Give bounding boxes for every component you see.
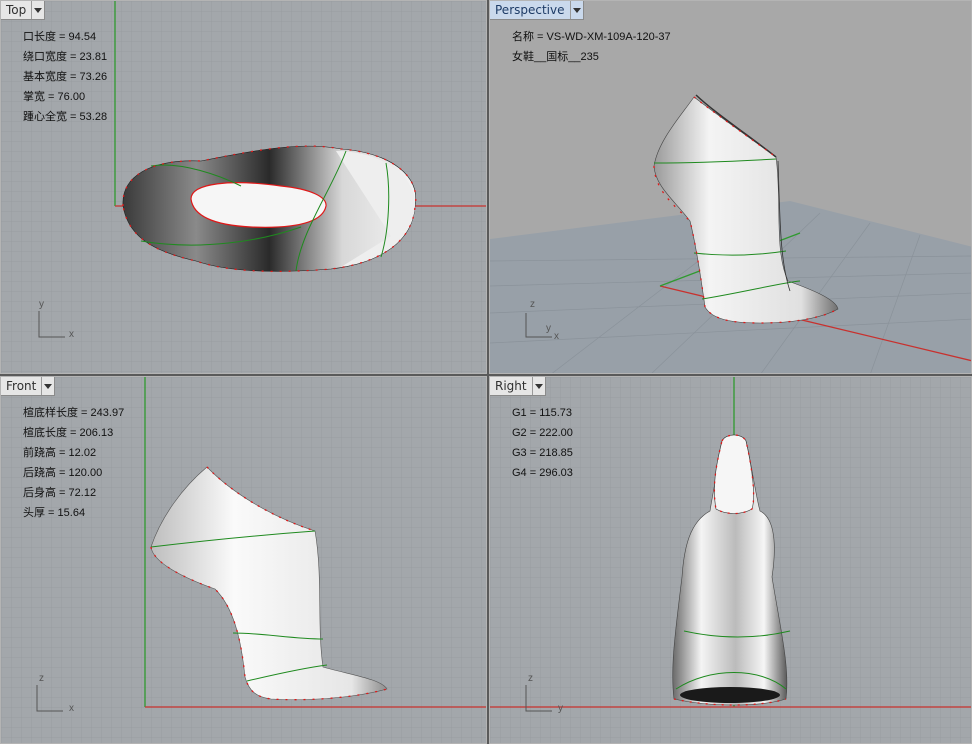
viewport-title: Perspective (495, 3, 565, 17)
measurement-item: 基本宽度 = 73.26 (23, 71, 108, 83)
measurement-item: 绕口宽度 = 23.81 (23, 51, 108, 63)
axis-label-x: x (69, 703, 74, 714)
measurement-item: 后跷高 = 120.00 (23, 467, 103, 479)
chevron-down-icon[interactable] (531, 377, 545, 395)
viewport-right[interactable]: Right G1 = 115.73 G2 = 222.00 G3 = 218.8… (489, 376, 972, 744)
measurement-list: 楦底样长度 = 243.97 楦底长度 = 206.13 前跷高 = 12.02… (23, 403, 124, 523)
viewport-front[interactable]: Front 楦底样长度 = 243.97 楦底长度 = 206.13 前跷高 =… (0, 376, 487, 744)
measurement-list: 名称 = VS-WD-XM-109A-120-37 女鞋__国标__235 (512, 27, 671, 67)
measurement-item: 前跷高 = 12.02 (23, 447, 97, 459)
measurement-list: G1 = 115.73 G2 = 222.00 G3 = 218.85 G4 =… (512, 403, 573, 483)
chevron-down-icon[interactable] (31, 1, 44, 19)
axis-label-y: y (546, 323, 551, 334)
measurement-item: G4 = 296.03 (512, 467, 573, 479)
viewport-tab-perspective[interactable]: Perspective (490, 1, 584, 20)
viewport-perspective[interactable]: Perspective 名称 = VS-WD-XM-109A-120-37 女鞋… (489, 0, 972, 374)
chevron-down-icon[interactable] (41, 377, 54, 395)
chevron-down-icon[interactable] (569, 1, 583, 19)
measurement-item: 掌宽 = 76.00 (23, 91, 86, 103)
measurement-item: 后身高 = 72.12 (23, 487, 97, 499)
shoe-model-top[interactable] (122, 145, 417, 273)
axis-label-z: z (39, 673, 44, 684)
measurement-item: G2 = 222.00 (512, 427, 573, 439)
measurement-item: 楦底样长度 = 243.97 (23, 407, 125, 419)
measurement-list: 口长度 = 94.54 绕口宽度 = 23.81 基本宽度 = 73.26 掌宽… (23, 27, 107, 127)
measurement-item: G3 = 218.85 (512, 447, 573, 459)
viewport-tab-front[interactable]: Front (1, 377, 56, 396)
viewport-title: Right (495, 379, 527, 393)
measurement-item: 口长度 = 94.54 (23, 31, 97, 43)
measurement-item: 女鞋__国标__235 (512, 51, 599, 63)
viewport-tab-top[interactable]: Top (1, 1, 46, 20)
measurement-item: G1 = 115.73 (512, 407, 573, 419)
measurement-item: 楦底长度 = 206.13 (23, 427, 114, 439)
viewport-top[interactable]: Top 口长度 = 94.54 绕口宽度 = 23.81 基本宽度 = 73.2… (0, 0, 487, 374)
axis-label-y: y (558, 703, 563, 714)
axis-label-x: x (554, 331, 559, 342)
measurement-item: 踵心全宽 = 53.28 (23, 111, 108, 123)
axis-label-y: y (39, 299, 44, 310)
measurement-item: 名称 = VS-WD-XM-109A-120-37 (512, 31, 671, 43)
axis-label-z: z (528, 673, 533, 684)
viewport-title: Top (6, 3, 27, 17)
viewport-tab-right[interactable]: Right (490, 377, 546, 396)
axis-label-z: z (530, 299, 535, 310)
viewport-title: Front (6, 379, 37, 393)
measurement-item: 头厚 = 15.64 (23, 507, 86, 519)
axis-label-x: x (69, 329, 74, 340)
